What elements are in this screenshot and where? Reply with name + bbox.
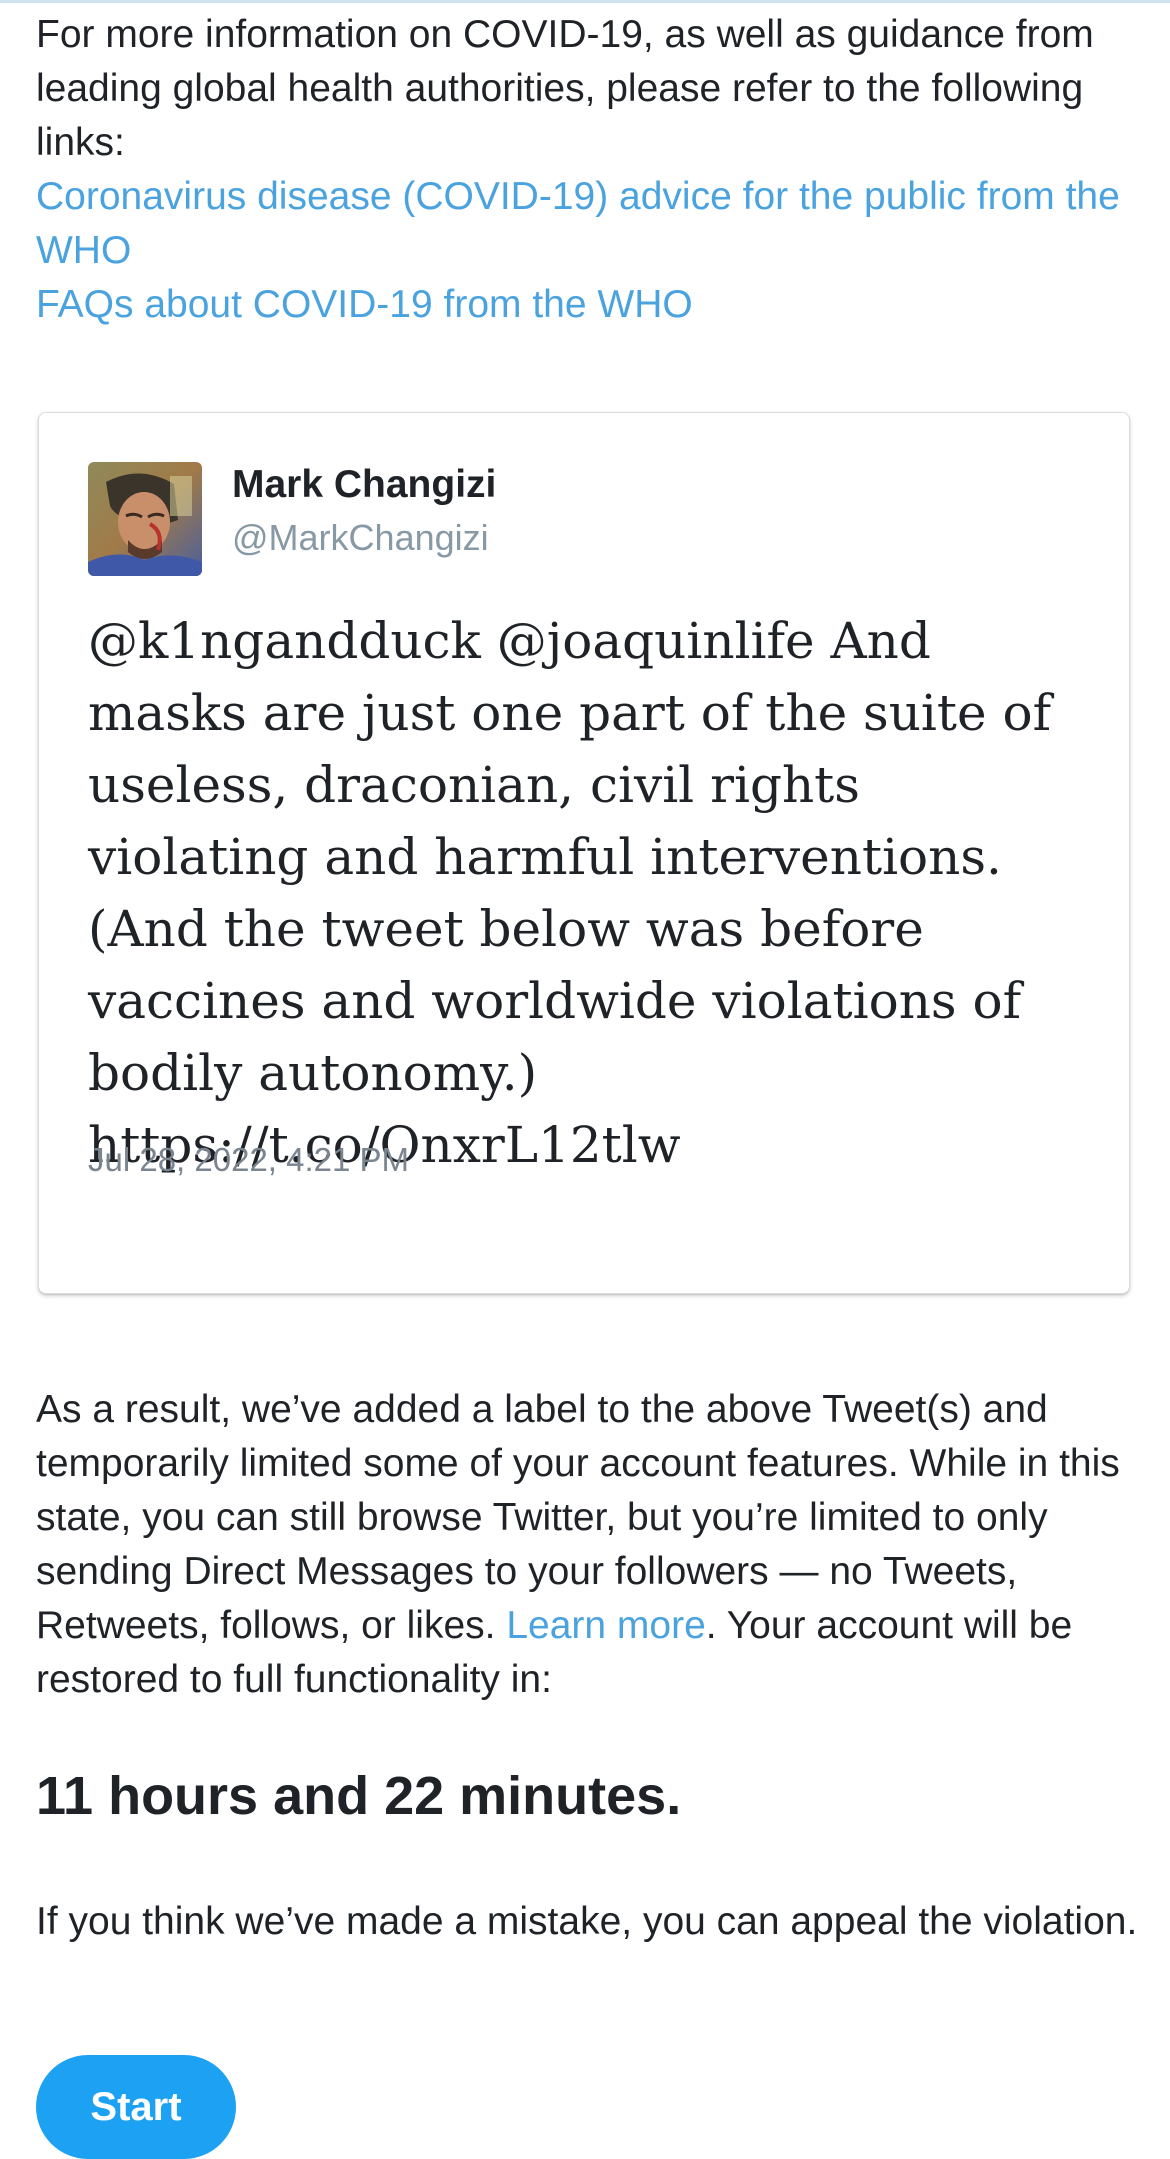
embedded-tweet-card[interactable]: Mark Changizi @MarkChangizi @k1ngandduck… xyxy=(38,412,1130,1294)
appeal-text: If you think we’ve made a mistake, you c… xyxy=(36,1900,1138,1943)
author-name[interactable]: Mark Changizi xyxy=(232,463,496,507)
start-button[interactable]: Start xyxy=(36,2055,236,2159)
learn-more-link[interactable]: Learn more xyxy=(506,1604,705,1647)
restriction-notice: As a result, we’ve added a label to the … xyxy=(36,1383,1146,1707)
covid-info-text: For more information on COVID-19, as wel… xyxy=(36,13,1094,164)
who-faq-link[interactable]: FAQs about COVID-19 from the WHO xyxy=(36,278,1146,332)
avatar[interactable] xyxy=(88,462,202,576)
top-divider xyxy=(0,0,1170,3)
covid-info-section: For more information on COVID-19, as wel… xyxy=(36,8,1146,332)
avatar-portrait-icon xyxy=(88,462,202,576)
tweet-timestamp[interactable]: Jul 28, 2022, 4:21 PM xyxy=(88,1141,409,1179)
who-advice-link[interactable]: Coronavirus disease (COVID-19) advice fo… xyxy=(36,170,1146,278)
tweet-text: @k1ngandduck @joaquinlife And masks are … xyxy=(88,612,1052,1174)
restriction-countdown: 11 hours and 22 minutes. xyxy=(36,1766,682,1826)
author-handle[interactable]: @MarkChangizi xyxy=(232,517,489,559)
